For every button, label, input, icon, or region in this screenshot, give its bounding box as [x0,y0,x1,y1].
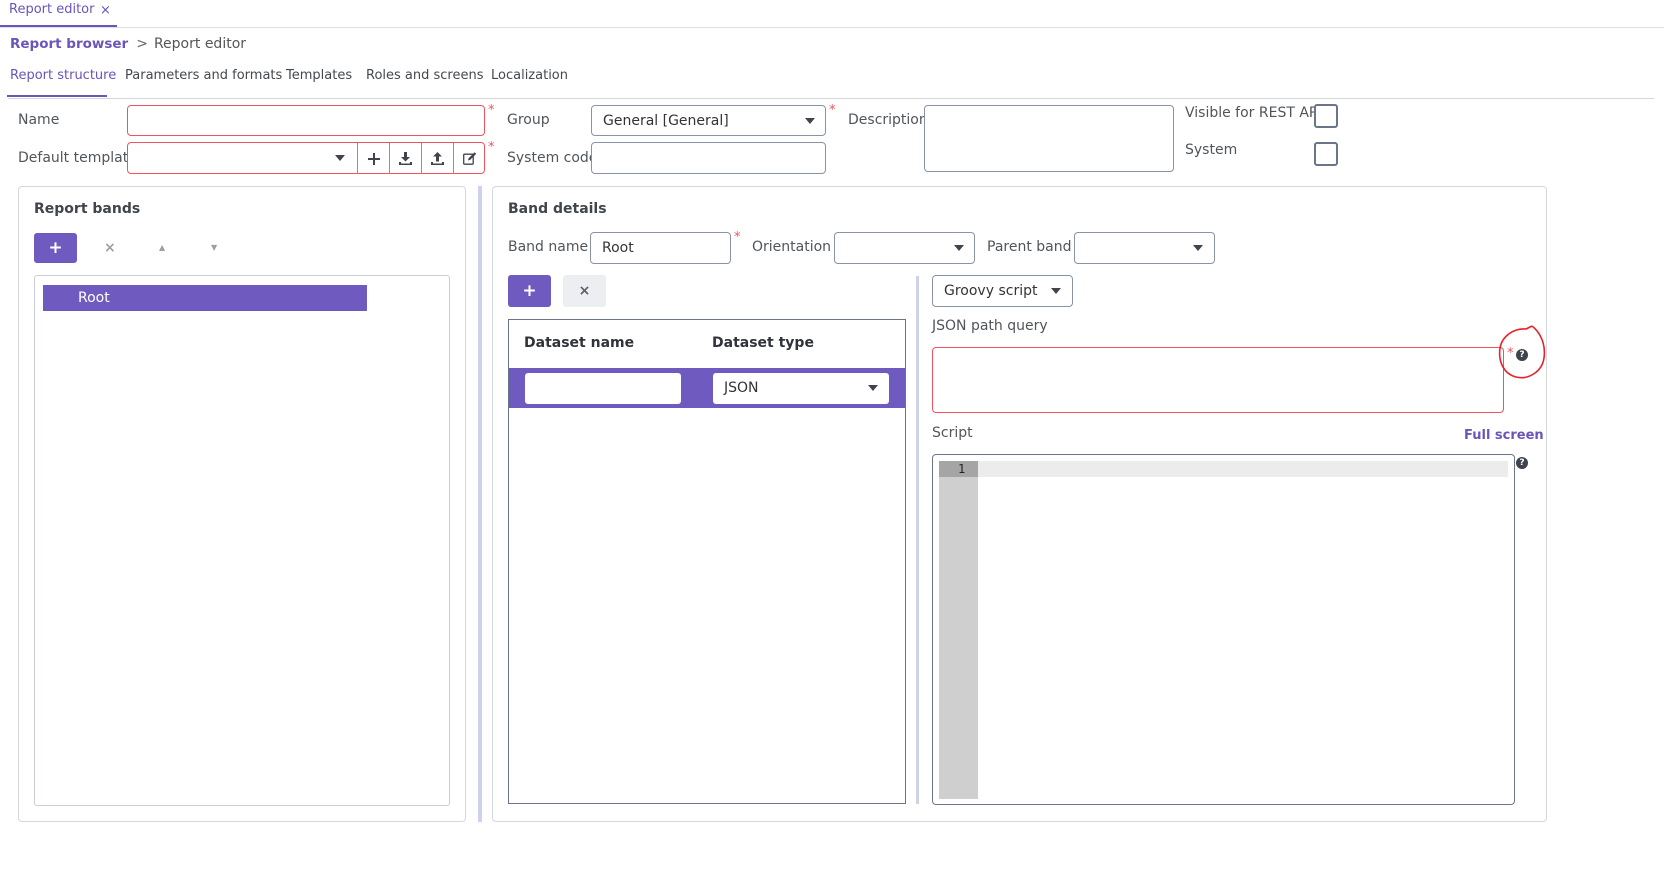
edit-template-button[interactable] [453,143,485,174]
band-name-label: Band name [508,239,589,255]
tabs-divider [8,98,1654,99]
script-editor[interactable]: 1 [932,454,1515,805]
breadcrumb-link-report-browser[interactable]: Report browser [10,36,128,52]
breadcrumb-separator: > [136,36,148,52]
required-mark: * [829,103,836,118]
name-label: Name [18,112,60,128]
chevron-down-icon [868,385,878,391]
description-textarea[interactable] [924,105,1174,172]
json-path-textarea[interactable] [932,347,1504,413]
upload-icon [431,152,444,165]
tab-localization[interactable]: Localization [491,67,568,97]
band-name-input[interactable]: Root [590,232,731,264]
splitter-handle[interactable] [478,186,482,822]
tab-parameters-and-formats[interactable]: Parameters and formats [125,67,282,97]
visible-rest-checkbox[interactable] [1314,104,1338,128]
band-name-value: Root [602,240,634,256]
chevron-down-icon [335,155,345,161]
system-code-input[interactable] [591,142,826,174]
script-type-value: Groovy script [944,283,1038,299]
required-mark: * [488,140,495,155]
orientation-label: Orientation [752,239,832,255]
plus-icon [367,152,380,165]
report-bands-title: Report bands [34,201,141,217]
tab-roles-and-screens[interactable]: Roles and screens [366,67,484,97]
dataset-type-value: JSON [724,380,759,396]
splitter-handle[interactable] [916,276,919,804]
band-tree [34,275,450,806]
script-label: Script [932,425,973,441]
add-dataset-button[interactable]: + [508,275,551,307]
download-template-button[interactable] [389,143,421,174]
table-row[interactable]: JSON [509,368,905,408]
tab-report-structure[interactable]: Report structure [7,67,116,97]
tree-item-label: Root [78,290,110,306]
line-gutter [939,461,978,799]
parent-band-label: Parent band [987,239,1072,255]
app-tab-label: Report editor [9,2,95,17]
default-template-field [127,142,485,174]
remove-dataset-button[interactable]: × [563,275,606,307]
full-screen-link[interactable]: Full screen [1464,428,1544,443]
add-band-button[interactable]: + [34,233,77,263]
dataset-type-select[interactable]: JSON [713,373,889,404]
system-label: System [1185,142,1238,158]
breadcrumb-current: Report editor [153,36,247,52]
active-line-highlight [978,461,1508,477]
move-down-button[interactable]: ▼ [211,243,217,252]
dataset-name-input[interactable] [525,373,681,404]
required-mark: * [734,230,741,245]
close-icon[interactable]: × [100,3,111,18]
script-type-select[interactable]: Groovy script [932,275,1073,307]
tree-item-root[interactable]: Root [43,285,367,311]
annotation-circle [1498,325,1546,379]
chevron-down-icon [805,118,815,124]
parent-band-select[interactable] [1074,232,1215,264]
default-template-label: Default template [18,150,137,166]
name-input[interactable] [127,105,485,136]
group-label: Group [507,112,550,128]
visible-rest-label: Visible for REST API [1185,105,1322,121]
upload-template-button[interactable] [421,143,453,174]
json-path-label: JSON path query [932,318,1048,334]
divider [0,27,1664,28]
column-header-dataset-type[interactable]: Dataset type [712,335,814,351]
system-code-label: System code [507,150,598,166]
system-checkbox[interactable] [1314,142,1338,166]
chevron-down-icon [954,245,964,251]
add-template-button[interactable] [357,143,389,174]
edit-icon [462,152,476,165]
default-template-select[interactable] [128,143,357,173]
breadcrumb: Report browser > Report editor [10,36,246,52]
group-select-value: General [General] [603,113,729,129]
move-up-button[interactable]: ▲ [159,243,165,252]
help-icon[interactable]: ? [1516,457,1528,469]
band-details-title: Band details [508,201,607,217]
chevron-down-icon [1193,245,1203,251]
line-number: 1 [958,462,966,476]
required-mark: * [488,103,495,118]
download-icon [399,152,412,165]
chevron-down-icon [1051,288,1061,294]
app-tab-report-editor[interactable]: Report editor × [0,0,117,27]
column-header-dataset-name[interactable]: Dataset name [524,335,634,351]
tab-templates[interactable]: Templates [286,67,352,97]
description-label: Description [848,112,928,128]
orientation-select[interactable] [834,232,975,264]
remove-band-button[interactable]: × [104,240,116,256]
group-select[interactable]: General [General] [591,105,826,136]
